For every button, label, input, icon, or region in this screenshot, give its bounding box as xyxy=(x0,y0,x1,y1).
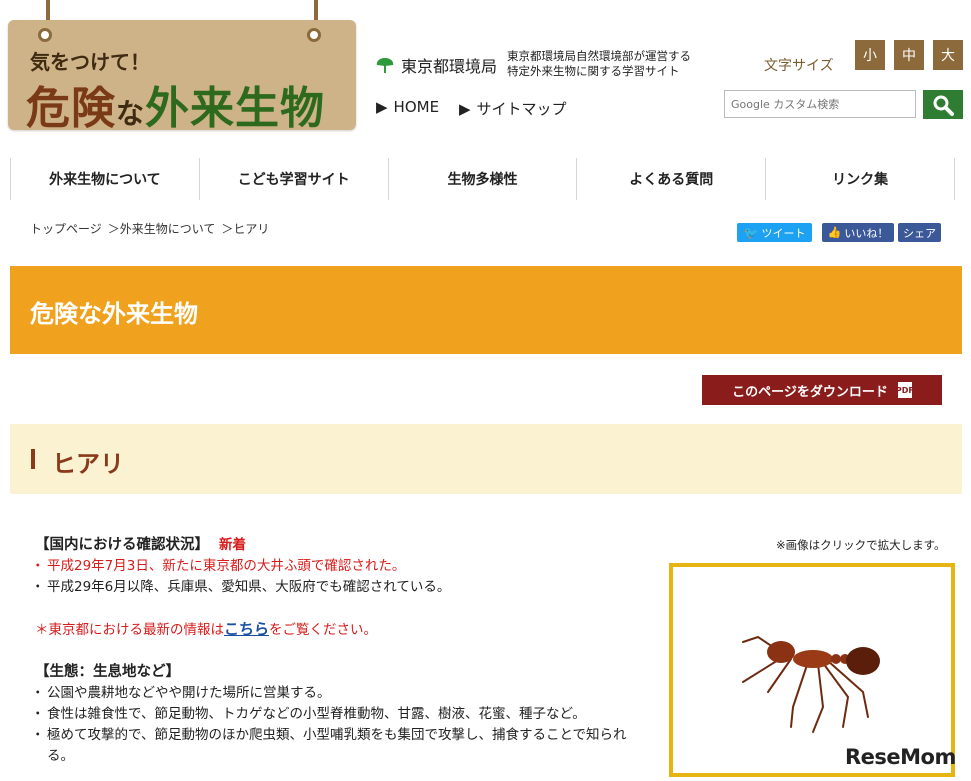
list-item: 平成29年6月以降、兵庫県、愛知県、大阪府でも確認されている。 xyxy=(31,577,635,598)
bureau-name: 東京都環境局 xyxy=(401,57,498,76)
search-icon xyxy=(933,95,954,116)
gnav-item-links[interactable]: リンク集 xyxy=(765,158,955,200)
hanger-peg-right xyxy=(307,28,321,42)
ecology-heading: 【生態：生息地など】 xyxy=(35,664,180,680)
twitter-bird-icon: 🐦 xyxy=(743,225,759,240)
site-logo[interactable]: 気をつけて！ 危険な外来生物 xyxy=(8,20,356,134)
new-badge: 新着 xyxy=(219,537,246,553)
list-item: 公園や農耕地などやや開けた場所に営巣する。 xyxy=(31,683,635,704)
search-button[interactable] xyxy=(923,90,963,119)
ginkgo-icon xyxy=(376,58,394,73)
logo-title: 危険な外来生物 xyxy=(26,83,326,134)
logo-tagline: 気をつけて！ xyxy=(30,50,150,74)
global-nav: 外来生物について こども学習サイト 生物多様性 よくある質問 リンク集 xyxy=(10,158,955,200)
font-size-medium-button[interactable]: 中 xyxy=(894,40,924,70)
section-header: ヒアリ xyxy=(10,424,962,494)
breadcrumb: トップページ ＞外来生物について ＞ヒアリ xyxy=(30,220,269,237)
bureau-description: 東京都環境局自然環境部が運営する 特定外来生物に関する学習サイト xyxy=(507,49,691,78)
section-marker xyxy=(31,449,35,469)
page-title-banner: 危険な外来生物 xyxy=(10,266,962,354)
tweet-button[interactable]: 🐦 ツイート xyxy=(737,223,812,242)
ant-icon xyxy=(742,635,880,733)
pdf-icon: PDF xyxy=(896,382,914,398)
triangle-right-icon: ▶ xyxy=(459,99,471,118)
image-note: ※画像はクリックで拡大します。 xyxy=(776,538,946,552)
gnav-item-about[interactable]: 外来生物について xyxy=(10,158,199,200)
thumbs-up-icon: 👍 xyxy=(827,226,842,239)
list-item: 極めて攻撃的で、節足動物のほか爬虫類、小型哺乳類をも集団で攻撃し、捕食することで… xyxy=(31,725,635,767)
font-size-large-button[interactable]: 大 xyxy=(933,40,963,70)
gnav-item-kids[interactable]: こども学習サイト xyxy=(198,158,388,200)
facebook-share-button[interactable]: シェア xyxy=(898,223,941,242)
status-heading: 【国内における確認状況】 新着 xyxy=(35,537,246,553)
font-size-label: 文字サイズ xyxy=(764,58,834,74)
gnav-item-biodiversity[interactable]: 生物多様性 xyxy=(387,158,577,200)
list-item: 平成29年7月3日、新たに東京都の大井ふ頭で確認された。 xyxy=(31,556,635,577)
breadcrumb-current: ＞ヒアリ xyxy=(221,222,270,236)
download-page-button[interactable]: このページをダウンロード PDF xyxy=(702,375,942,405)
bureau-logo[interactable]: 東京都環境局 xyxy=(375,53,497,77)
gnav-item-faq[interactable]: よくある質問 xyxy=(576,158,765,200)
font-size-small-button[interactable]: 小 xyxy=(855,40,885,70)
search-input[interactable] xyxy=(724,90,916,118)
article-body: 【国内における確認状況】新着 平成29年7月3日、新たに東京都の大井ふ頭で確認さ… xyxy=(31,535,635,767)
nav-sitemap[interactable]: ▶ サイトマップ xyxy=(459,98,567,119)
section-title: ヒアリ xyxy=(52,450,124,478)
latest-info-link[interactable]: こちら xyxy=(224,620,269,638)
nav-home[interactable]: ▶ HOME xyxy=(376,98,439,116)
breadcrumb-top[interactable]: トップページ xyxy=(30,220,102,237)
page-title: 危険な外来生物 xyxy=(30,300,198,328)
list-item: 食性は雑食性で、節足動物、トカゲなどの小型脊椎動物、甘露、樹液、花蜜、種子など。 xyxy=(31,704,635,725)
breadcrumb-about[interactable]: ＞外来生物について xyxy=(108,220,216,237)
facebook-like-button[interactable]: 👍 いいね！ xyxy=(822,223,894,242)
latest-info-notice: ＊東京都における最新の情報はこちらをご覧ください。 xyxy=(35,620,378,638)
triangle-right-icon: ▶ xyxy=(376,98,388,116)
watermark-logo: ReseMom xyxy=(845,745,956,769)
hanger-peg-left xyxy=(38,28,52,42)
